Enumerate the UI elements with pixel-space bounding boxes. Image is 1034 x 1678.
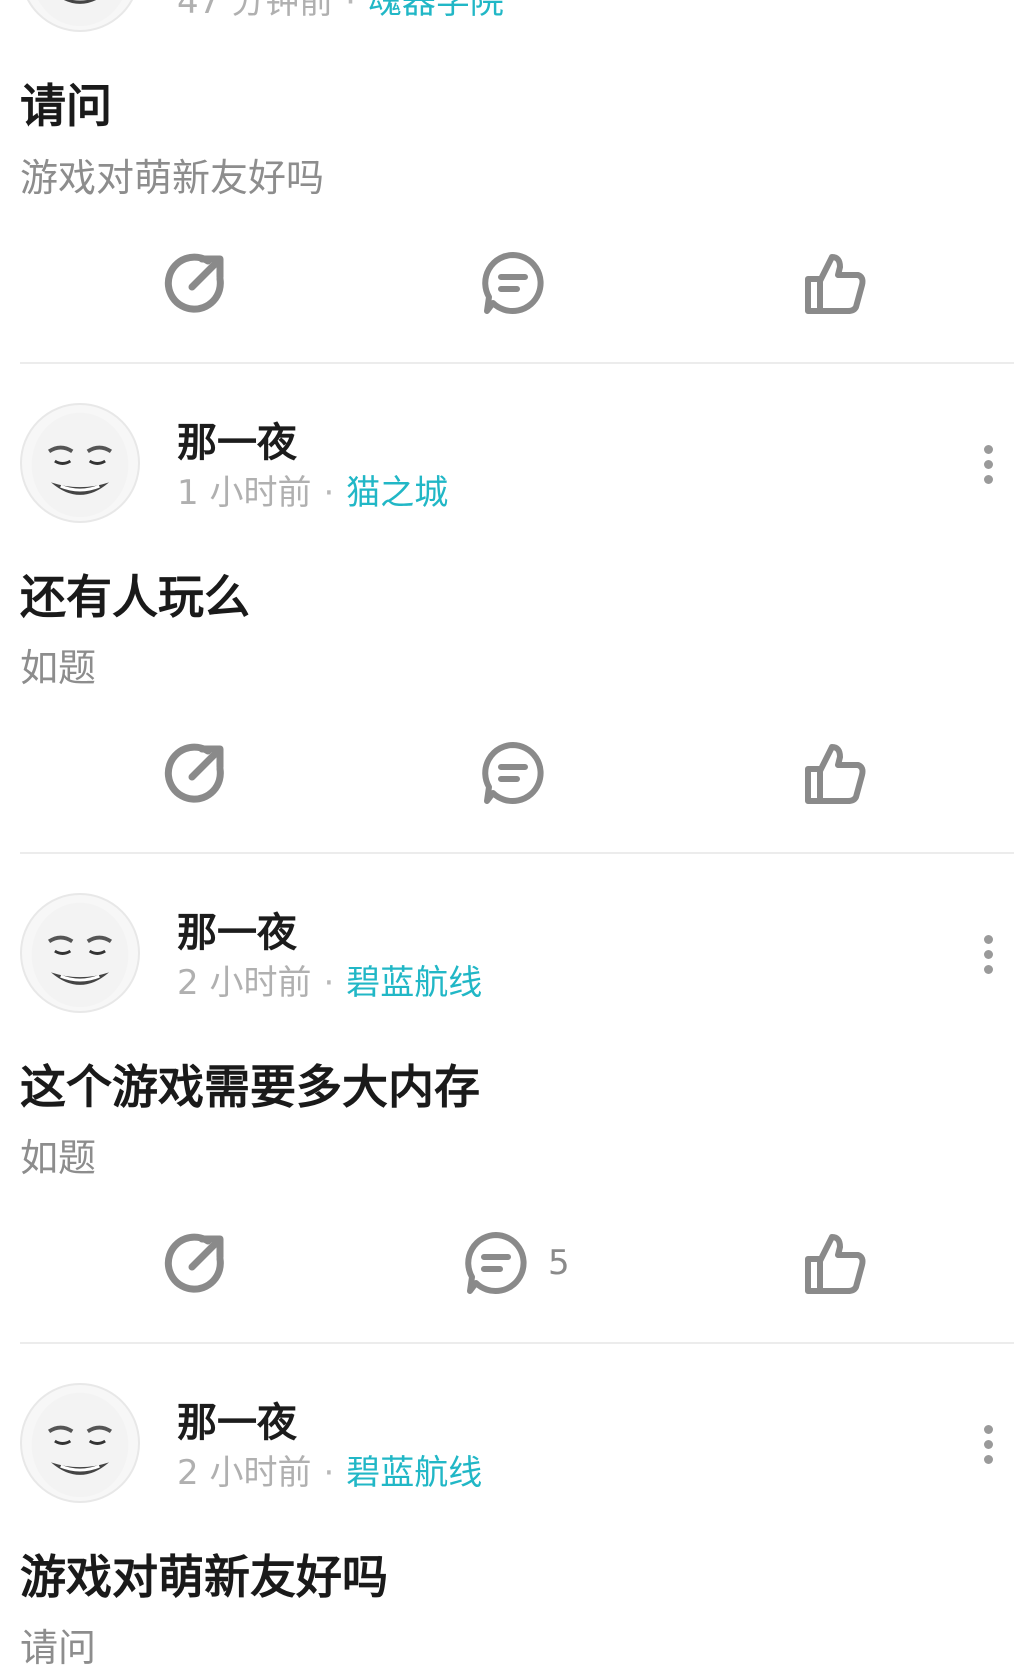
- avatar[interactable]: [20, 0, 140, 32]
- meta-separator: ·: [345, 0, 356, 22]
- avatar-face-image: [31, 412, 129, 518]
- post-body[interactable]: 请问: [20, 1625, 96, 1671]
- share-icon: [164, 743, 224, 803]
- more-vertical-icon[interactable]: [976, 1421, 1000, 1467]
- avatar-face-image: [38, 0, 122, 27]
- forum-link[interactable]: 碧蓝航线: [346, 963, 482, 1003]
- like-button[interactable]: [800, 1228, 868, 1298]
- post-divider: [20, 1342, 1014, 1344]
- comment-icon: [482, 742, 544, 804]
- avatar-face-image: [31, 902, 129, 1008]
- comment-count: 5: [548, 1243, 570, 1283]
- meta-separator: ·: [323, 473, 335, 513]
- post-divider: [20, 362, 1014, 364]
- share-button[interactable]: [162, 1228, 230, 1298]
- thumbs-up-icon: [805, 1234, 866, 1294]
- comment-button[interactable]: [479, 248, 547, 318]
- post-time: 2 小时前: [177, 1453, 312, 1493]
- comment-button[interactable]: 5: [462, 1228, 570, 1298]
- comment-button[interactable]: [479, 738, 547, 808]
- post-title[interactable]: 请问: [20, 78, 112, 134]
- post-time: 47 分钟前: [177, 0, 334, 22]
- author-name[interactable]: 那一夜: [177, 419, 297, 467]
- comment-icon: [482, 252, 544, 314]
- meta-separator: ·: [323, 1453, 335, 1493]
- more-vertical-icon[interactable]: [976, 931, 1000, 977]
- meta-separator: ·: [323, 963, 335, 1003]
- forum-link[interactable]: 猫之城: [346, 473, 448, 513]
- post-body[interactable]: 如题: [20, 1135, 96, 1181]
- forum-link[interactable]: 魂器学院: [368, 0, 504, 22]
- share-icon: [164, 253, 224, 313]
- post-time: 1 小时前: [177, 473, 312, 513]
- thumbs-up-icon: [805, 254, 866, 314]
- avatar[interactable]: [20, 403, 140, 523]
- forum-link[interactable]: 碧蓝航线: [346, 1453, 482, 1493]
- post-meta: 2 小时前 · 碧蓝航线: [177, 963, 482, 1003]
- post-body[interactable]: 游戏对萌新友好吗: [20, 155, 324, 201]
- post-meta: 1 小时前 · 猫之城: [177, 473, 448, 513]
- like-button[interactable]: [800, 738, 868, 808]
- post-title[interactable]: 这个游戏需要多大内存: [20, 1059, 480, 1115]
- author-name[interactable]: 那一夜: [177, 1399, 297, 1447]
- comment-icon: [465, 1232, 527, 1294]
- post-title[interactable]: 还有人玩么: [20, 569, 250, 625]
- post-time: 2 小时前: [177, 963, 312, 1003]
- post-title[interactable]: 游戏对萌新友好吗: [20, 1549, 388, 1605]
- post-meta: 2 小时前 · 碧蓝航线: [177, 1453, 482, 1493]
- more-vertical-icon[interactable]: [976, 441, 1000, 487]
- post-divider: [20, 852, 1014, 854]
- post-body[interactable]: 如题: [20, 645, 96, 691]
- avatar[interactable]: [20, 1383, 140, 1503]
- like-button[interactable]: [800, 248, 868, 318]
- thumbs-up-icon: [805, 744, 866, 804]
- post-meta: 47 分钟前 · 魂器学院: [177, 0, 504, 22]
- author-name[interactable]: 那一夜: [177, 909, 297, 957]
- share-button[interactable]: [162, 738, 230, 808]
- avatar-face-image: [31, 1392, 129, 1498]
- share-button[interactable]: [162, 248, 230, 318]
- share-icon: [164, 1233, 224, 1293]
- avatar[interactable]: [20, 893, 140, 1013]
